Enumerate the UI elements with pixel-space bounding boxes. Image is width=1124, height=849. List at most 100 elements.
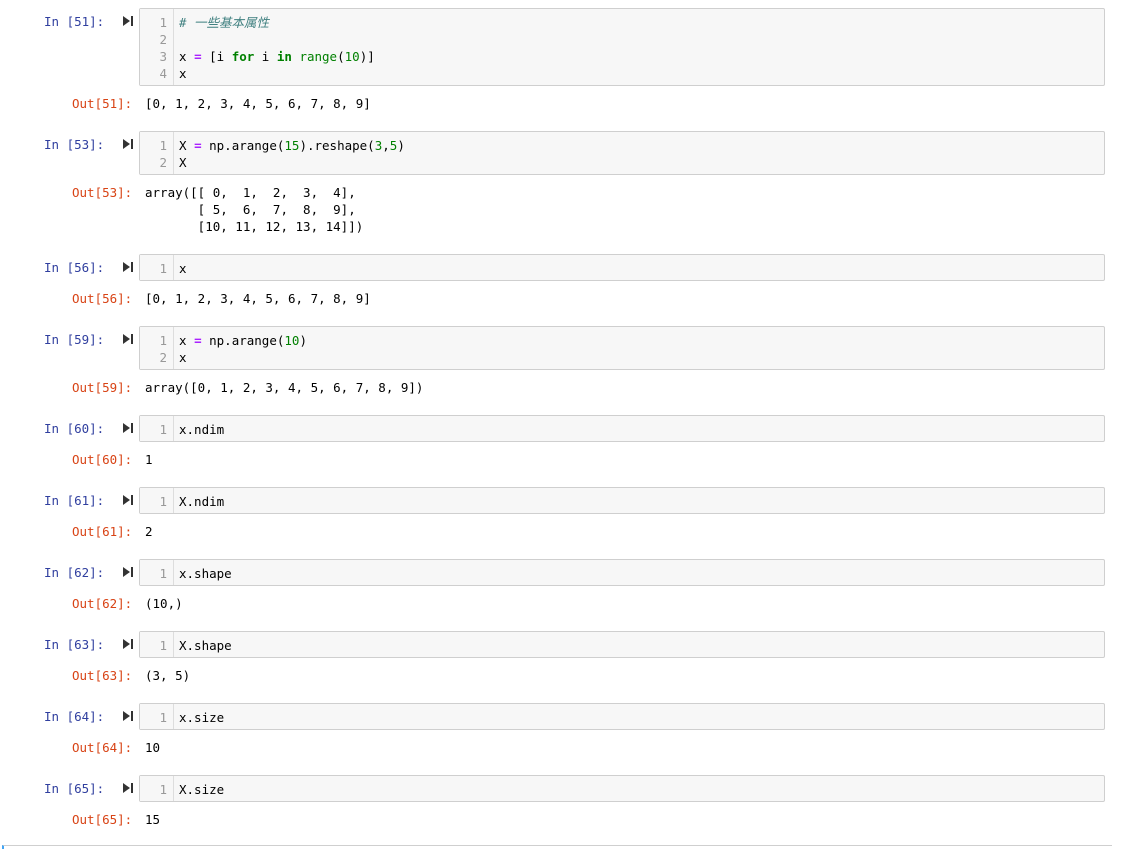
output-text: (10,) [145, 596, 183, 611]
line-number: 4 [159, 66, 167, 81]
output-text: 10 [145, 740, 161, 755]
line-number: 1 [159, 15, 167, 30]
output-text: [0, 1, 2, 3, 4, 5, 6, 7, 8, 9] [145, 96, 371, 111]
code-token: in [276, 49, 292, 64]
code-text: x.ndim [179, 421, 224, 438]
line-number: 2 [159, 32, 167, 47]
output-text: 15 [145, 812, 161, 827]
output-text: (3, 5) [145, 668, 191, 683]
code-token: [i [201, 49, 232, 64]
code-token: x.size [179, 710, 225, 725]
output-prompt: Out[53]: [72, 185, 133, 200]
code-text: X.size [179, 781, 224, 798]
code-token: for [231, 49, 255, 64]
code-text: x.size [179, 709, 224, 726]
output-prompt: Out[61]: [72, 524, 133, 539]
run-cell-icon[interactable] [122, 138, 134, 150]
input-prompt: In [56]: [44, 260, 105, 275]
code-text: X = np.arange(15).reshape(3,5) [179, 137, 405, 154]
next-cell-edge[interactable] [2, 845, 1112, 849]
input-prompt: In [61]: [44, 493, 105, 508]
code-input-area[interactable]: 1x [139, 254, 1105, 281]
code-token: x.shape [179, 566, 232, 581]
code-token: = [194, 49, 202, 64]
line-number: 1 [159, 261, 167, 276]
code-token: = [194, 138, 202, 153]
line-number: 1 [159, 566, 167, 581]
code-token: i [254, 49, 277, 64]
run-cell-icon[interactable] [122, 333, 134, 345]
code-text: x = np.arange(10) [179, 332, 307, 349]
line-number: 1 [159, 638, 167, 653]
code-text: X.ndim [179, 493, 224, 510]
code-token: X [179, 138, 195, 153]
output-text: 1 [145, 452, 153, 467]
code-token: np.arange( [201, 333, 285, 348]
input-prompt: In [64]: [44, 709, 105, 724]
code-token: 10 [284, 333, 300, 348]
code-input-area[interactable]: 1 # 一些基本属性 2 3 x = [i for i in range(10)] 4 x [139, 8, 1105, 86]
output-prompt: Out[60]: [72, 452, 133, 467]
code-text: x [179, 65, 187, 82]
code-token: ).reshape( [299, 138, 375, 153]
input-prompt: In [60]: [44, 421, 105, 436]
line-number: 1 [159, 422, 167, 437]
output-prompt: Out[62]: [72, 596, 133, 611]
run-cell-icon[interactable] [122, 782, 134, 794]
code-input-area[interactable]: 1 X.size [139, 775, 1105, 802]
run-cell-icon[interactable] [122, 422, 134, 434]
output-text: [0, 1, 2, 3, 4, 5, 6, 7, 8, 9] [145, 291, 371, 306]
code-input-area[interactable]: 1 x = np.arange(10) 2 x [139, 326, 1105, 370]
input-prompt: In [65]: [44, 781, 105, 796]
code-token: 10 [344, 49, 360, 64]
code-token: range [299, 49, 338, 64]
input-prompt: In [62]: [44, 565, 105, 580]
code-text: x.shape [179, 565, 232, 582]
code-token: x [179, 49, 195, 64]
line-number: 3 [159, 49, 167, 64]
output-prompt: Out[56]: [72, 291, 133, 306]
run-cell-icon[interactable] [122, 261, 134, 273]
code-input-area[interactable]: 1 x.ndim [139, 415, 1105, 442]
run-cell-icon[interactable] [122, 638, 134, 650]
code-text: # 一些基本属性 [179, 14, 269, 31]
code-token: # 一些基本属性 [179, 15, 270, 30]
code-token: x [179, 333, 195, 348]
code-token: 15 [284, 138, 300, 153]
code-token: X.ndim [179, 494, 225, 509]
output-prompt: Out[65]: [72, 812, 133, 827]
line-number: 1 [159, 333, 167, 348]
code-token: ) [397, 138, 405, 153]
code-token: X.size [179, 782, 225, 797]
code-token: X.shape [179, 638, 232, 653]
line-number: 2 [159, 350, 167, 365]
run-cell-icon[interactable] [122, 15, 134, 27]
output-text: array([0, 1, 2, 3, 4, 5, 6, 7, 8, 9]) [145, 380, 424, 395]
run-cell-icon[interactable] [122, 566, 134, 578]
line-number: 1 [159, 782, 167, 797]
output-prompt: Out[63]: [72, 668, 133, 683]
input-prompt: In [59]: [44, 332, 105, 347]
code-token: = [194, 333, 202, 348]
input-prompt: In [51]: [44, 14, 105, 29]
code-input-area[interactable]: 1 X.ndim [139, 487, 1105, 514]
code-input-area[interactable]: 1 X.shape [139, 631, 1105, 658]
code-input-area[interactable]: 1 x.size [139, 703, 1105, 730]
line-number: 2 [159, 155, 167, 170]
code-token: x [179, 66, 187, 81]
run-cell-icon[interactable] [122, 710, 134, 722]
code-text: x = [i for i in range(10)] [179, 48, 375, 65]
run-cell-icon[interactable] [122, 494, 134, 506]
line-number: 1 [159, 494, 167, 509]
code-input-area[interactable]: 1 x.shape [139, 559, 1105, 586]
output-prompt: Out[51]: [72, 96, 133, 111]
output-prompt: Out[64]: [72, 740, 133, 755]
code-token: ) [299, 333, 307, 348]
output-text: array([[ 0, 1, 2, 3, 4], [ 5, 6, 7, 8, 9… [145, 185, 364, 234]
output-prompt: Out[59]: [72, 380, 133, 395]
code-token: x [179, 261, 187, 276]
input-prompt: In [63]: [44, 637, 105, 652]
line-number: 1 [159, 138, 167, 153]
code-token: ( [337, 49, 345, 64]
code-input-area[interactable]: 1 X = np.arange(15).reshape(3,5) 2 X [139, 131, 1105, 175]
